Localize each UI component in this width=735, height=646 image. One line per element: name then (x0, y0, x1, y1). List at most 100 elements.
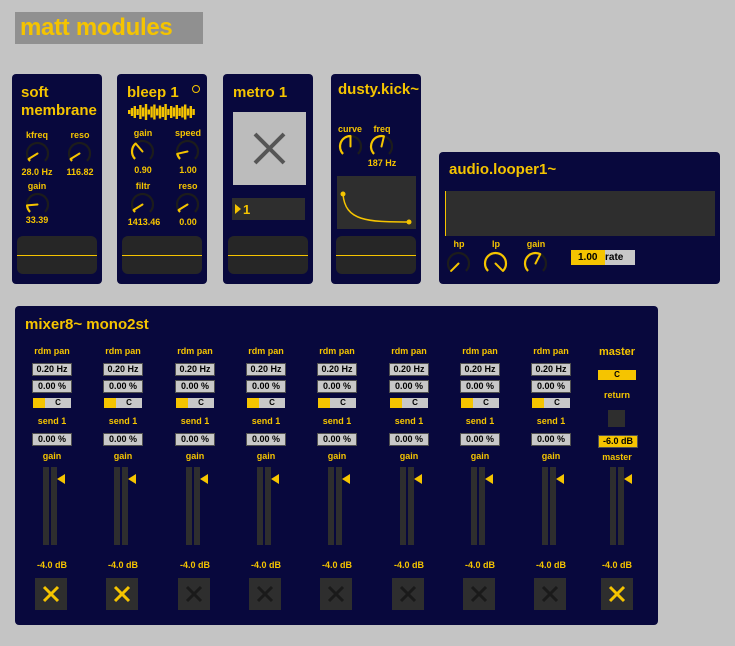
mute-button[interactable] (392, 578, 424, 610)
send-amount[interactable]: 0.00 % (531, 433, 571, 446)
counter-display[interactable]: 1 (232, 198, 305, 220)
send-amount[interactable]: 0.00 % (460, 433, 500, 446)
rdm-pan-amount[interactable]: 0.00 % (531, 380, 571, 393)
close-icon (608, 585, 626, 603)
pan-slider[interactable]: C (390, 398, 428, 408)
close-icon (253, 132, 286, 165)
mute-button[interactable] (320, 578, 352, 610)
mute-button[interactable] (178, 578, 210, 610)
rdm-pan-amount[interactable]: 0.00 % (175, 380, 215, 393)
gain-knob[interactable] (25, 192, 50, 217)
filtr-knob[interactable] (130, 192, 155, 217)
send-amount[interactable]: 0.00 % (389, 433, 429, 446)
return-label: return (603, 390, 630, 400)
gain-fader-handle[interactable] (271, 474, 279, 484)
rdm-pan-freq[interactable]: 0.20 Hz (246, 363, 286, 376)
pan-value: C (188, 398, 214, 408)
reso-knob[interactable] (175, 192, 200, 217)
send-label: send 1 (180, 416, 210, 426)
gain-fader-handle[interactable] (556, 474, 564, 484)
gain-fader-handle[interactable] (414, 474, 422, 484)
pan-slider[interactable]: C (176, 398, 214, 408)
kfreq-knob[interactable] (25, 141, 50, 166)
pan-value: C (330, 398, 356, 408)
play-arrow-icon (235, 204, 241, 214)
rdm-pan-freq[interactable]: 0.20 Hz (531, 363, 571, 376)
gain-fader-handle[interactable] (342, 474, 350, 484)
pan-slider[interactable]: C (318, 398, 356, 408)
gain-fader-handle[interactable] (485, 474, 493, 484)
gain-knob[interactable] (130, 139, 155, 164)
lp-knob[interactable] (483, 251, 508, 276)
gain-db: -4.0 dB (250, 560, 281, 570)
rdm-pan-freq[interactable]: 0.20 Hz (317, 363, 357, 376)
pan-slider[interactable]: C (532, 398, 570, 408)
master-mute-button[interactable] (601, 578, 633, 610)
gain-fader-handle[interactable] (128, 474, 136, 484)
pan-slider[interactable]: C (104, 398, 142, 408)
rdm-pan-label: rdm pan (533, 346, 569, 356)
send-amount[interactable]: 0.00 % (317, 433, 357, 446)
waveform-buffer[interactable] (445, 191, 715, 236)
curve-knob[interactable] (338, 134, 363, 159)
close-icon (470, 585, 488, 603)
kfreq-label: kfreq (25, 130, 48, 140)
rdm-pan-amount[interactable]: 0.00 % (246, 380, 286, 393)
pan-value: C (402, 398, 428, 408)
send-label: send 1 (322, 416, 352, 426)
rdm-pan-freq[interactable]: 0.20 Hz (103, 363, 143, 376)
rdm-pan-amount[interactable]: 0.00 % (317, 380, 357, 393)
send-amount[interactable]: 0.00 % (32, 433, 72, 446)
rdm-pan-label: rdm pan (177, 346, 213, 356)
curve-label: curve (337, 124, 363, 134)
oscilloscope (122, 236, 202, 274)
send-amount[interactable]: 0.00 % (103, 433, 143, 446)
speed-value: 1.00 (179, 165, 197, 175)
rdm-pan-amount[interactable]: 0.00 % (103, 380, 143, 393)
rate-unit: rate (605, 252, 624, 263)
gain-value: 33.39 (25, 215, 49, 225)
rdm-pan-amount[interactable]: 0.00 % (32, 380, 72, 393)
rdm-pan-amount[interactable]: 0.00 % (389, 380, 429, 393)
reso-knob[interactable] (67, 141, 92, 166)
envelope-display[interactable] (337, 176, 416, 229)
mute-button[interactable] (249, 578, 281, 610)
dusty-kick-module: dusty.kick~ curve freq 187 Hz (331, 74, 421, 284)
master-title: master (598, 346, 636, 358)
return-toggle[interactable] (608, 410, 625, 427)
rdm-pan-label: rdm pan (462, 346, 498, 356)
metro-toggle[interactable] (233, 112, 306, 185)
gain-label: gain (133, 128, 153, 138)
pan-slider[interactable]: C (461, 398, 499, 408)
speed-knob[interactable] (175, 139, 200, 164)
master-fader-handle[interactable] (624, 474, 632, 484)
kfreq-value: 28.0 Hz (21, 167, 53, 177)
gain-fader-handle[interactable] (200, 474, 208, 484)
pan-slider[interactable]: C (33, 398, 71, 408)
pan-slider[interactable]: C (247, 398, 285, 408)
mute-button[interactable] (106, 578, 138, 610)
return-db-box[interactable]: -6.0 dB (598, 435, 638, 448)
rdm-pan-amount[interactable]: 0.00 % (460, 380, 500, 393)
close-icon (541, 585, 559, 603)
mute-button[interactable] (35, 578, 67, 610)
rdm-pan-freq[interactable]: 0.20 Hz (460, 363, 500, 376)
hp-knob[interactable] (446, 251, 471, 276)
send-amount[interactable]: 0.00 % (175, 433, 215, 446)
level-meter (328, 467, 334, 545)
gain-fader-handle[interactable] (57, 474, 65, 484)
master-pan[interactable]: C (598, 370, 636, 380)
mute-button[interactable] (463, 578, 495, 610)
envelope-curve (340, 191, 412, 225)
mute-button[interactable] (534, 578, 566, 610)
rdm-pan-freq[interactable]: 0.20 Hz (175, 363, 215, 376)
rdm-pan-freq[interactable]: 0.20 Hz (389, 363, 429, 376)
rate-box[interactable]: 1.00 rate (571, 250, 635, 265)
gain-db: -4.0 dB (393, 560, 424, 570)
close-icon (113, 585, 131, 603)
level-meter (400, 467, 406, 545)
rdm-pan-freq[interactable]: 0.20 Hz (32, 363, 72, 376)
gain-knob[interactable] (523, 251, 548, 276)
send-amount[interactable]: 0.00 % (246, 433, 286, 446)
freq-knob[interactable] (369, 134, 394, 159)
